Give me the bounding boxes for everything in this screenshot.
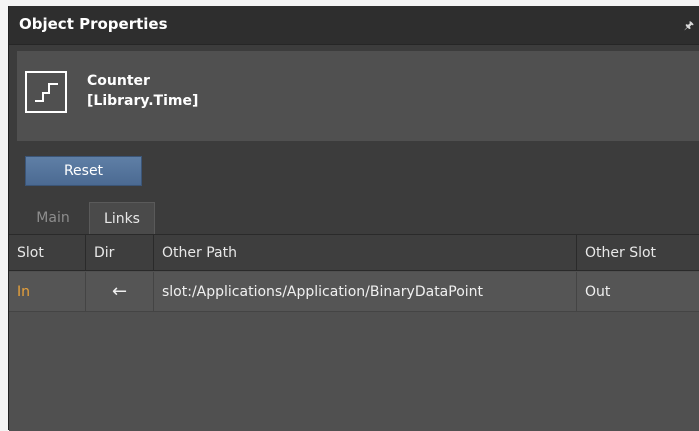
pin-icon[interactable]: 🖈 [684, 17, 694, 36]
column-header-other-slot[interactable]: Other Slot [577, 235, 699, 271]
cell-other-slot[interactable]: Out [577, 272, 699, 312]
object-library: [Library.Time] [87, 93, 199, 109]
panel-title: Object Properties [19, 15, 168, 33]
cell-other-path[interactable]: slot:/Applications/Application/BinaryDat… [154, 272, 577, 312]
column-header-slot[interactable]: Slot [9, 235, 86, 271]
object-properties-panel: Object Properties 🖈 Counter [Library.Tim… [8, 6, 699, 431]
object-header: Counter [Library.Time] [17, 51, 699, 141]
column-header-dir[interactable]: Dir [86, 235, 154, 271]
reset-button[interactable]: Reset [25, 156, 142, 186]
object-name: Counter [87, 73, 150, 89]
cell-dir-arrow-icon[interactable]: ← [86, 272, 154, 312]
cell-slot[interactable]: In [9, 272, 86, 312]
tab-links[interactable]: Links [89, 202, 155, 234]
step-function-icon [25, 71, 67, 113]
tab-main[interactable]: Main [17, 202, 89, 234]
panel-titlebar: Object Properties 🖈 [9, 6, 699, 45]
links-table: Slot Dir Other Path Other Slot In ← slot… [9, 234, 699, 431]
column-header-other-path[interactable]: Other Path [154, 235, 577, 271]
